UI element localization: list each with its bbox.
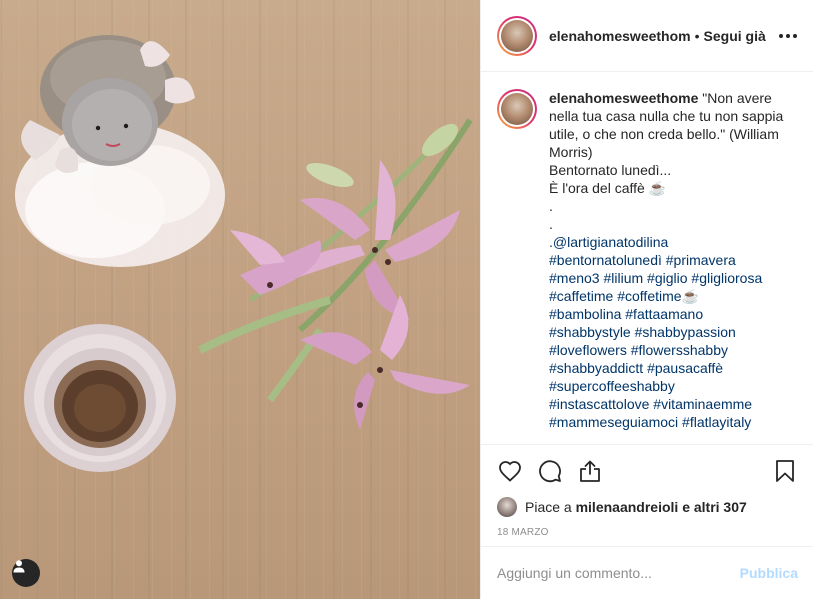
hashtag-line[interactable]: #shabbystyle #shabbypassion	[549, 323, 798, 341]
tagged-users-button[interactable]	[12, 559, 40, 587]
caption-line: Bentornato lunedì...	[549, 162, 672, 178]
caption-line: .	[549, 216, 553, 232]
hashtag-line[interactable]: #loveflowers #flowersshabby	[549, 341, 798, 359]
share-button[interactable]	[577, 458, 603, 484]
author-avatar[interactable]	[497, 15, 537, 56]
lily-flowers	[198, 118, 473, 430]
coffee-cup	[24, 324, 176, 472]
likes-summary[interactable]: Piace a milenaandreioli e altri 307	[497, 497, 798, 517]
like-button[interactable]	[497, 458, 523, 484]
caption-author-avatar[interactable]	[497, 89, 537, 129]
author-username[interactable]: elenahomesweethom	[549, 28, 691, 44]
caption-text: elenahomesweethome "Non avere nella tua …	[549, 89, 798, 431]
hashtag-line[interactable]: #mammeseguiamoci #flatlayitaly	[549, 413, 798, 431]
post-date[interactable]: 18 MARZO	[497, 527, 798, 538]
liker-avatar[interactable]	[497, 497, 517, 517]
add-comment-bar: Pubblica	[481, 546, 813, 599]
comment-input[interactable]	[497, 565, 740, 581]
likes-text: Piace a milenaandreioli e altri 307	[525, 499, 747, 515]
more-dot-icon	[786, 33, 790, 38]
caption-line: .	[549, 198, 553, 214]
more-options-button[interactable]	[779, 30, 797, 42]
heart-icon	[499, 461, 521, 482]
more-dot-icon	[793, 33, 797, 38]
caption-area[interactable]: elenahomesweethome "Non avere nella tua …	[481, 73, 813, 444]
follow-status-button[interactable]: Segui già	[704, 28, 766, 44]
hashtag-line[interactable]: #meno3 #lilium #giglio #gligliorosa	[549, 269, 798, 287]
post-actions: Piace a milenaandreioli e altri 307 18 M…	[481, 444, 813, 546]
header-separator: •	[694, 27, 700, 44]
hashtag-line[interactable]: #bambolina #fattaamano	[549, 305, 798, 323]
bookmark-icon	[776, 460, 794, 482]
publish-button[interactable]: Pubblica	[740, 565, 798, 581]
comment-button[interactable]	[537, 458, 563, 484]
hashtag-line[interactable]: #caffetime #coffetime☕	[549, 287, 798, 305]
post-sidebar: elenahomesweethom • Segui già elenahomes…	[480, 0, 813, 599]
save-button[interactable]	[772, 458, 798, 484]
more-dot-icon	[779, 33, 783, 38]
hashtag-line[interactable]: #instascattolove #vitaminaemme	[549, 395, 798, 413]
hashtag-line[interactable]: #supercoffeeshabby	[549, 377, 798, 395]
hashtag-line[interactable]: #shabbyaddictt #pausacaffè	[549, 359, 798, 377]
doll-figure	[15, 35, 225, 267]
user-icon	[13, 560, 25, 573]
comment-icon	[539, 460, 561, 483]
hashtag-line[interactable]: .@lartigianatodilina	[549, 233, 798, 251]
caption-comment: elenahomesweethome "Non avere nella tua …	[497, 89, 798, 431]
photo-illustration	[15, 35, 473, 472]
post-header: elenahomesweethom • Segui già	[481, 0, 813, 72]
share-icon	[580, 460, 600, 482]
likes-count[interactable]: e altri 307	[682, 499, 747, 515]
action-icons-row	[497, 455, 798, 487]
hashtag-line[interactable]: #bentornatolunedì #primavera	[549, 251, 798, 269]
likes-prefix: Piace a	[525, 499, 572, 515]
liker-username[interactable]: milenaandreioli	[576, 499, 679, 515]
post-photo[interactable]	[0, 0, 480, 599]
caption-username[interactable]: elenahomesweethome	[549, 90, 698, 106]
caption-line: È l'ora del caffè ☕	[549, 180, 667, 196]
